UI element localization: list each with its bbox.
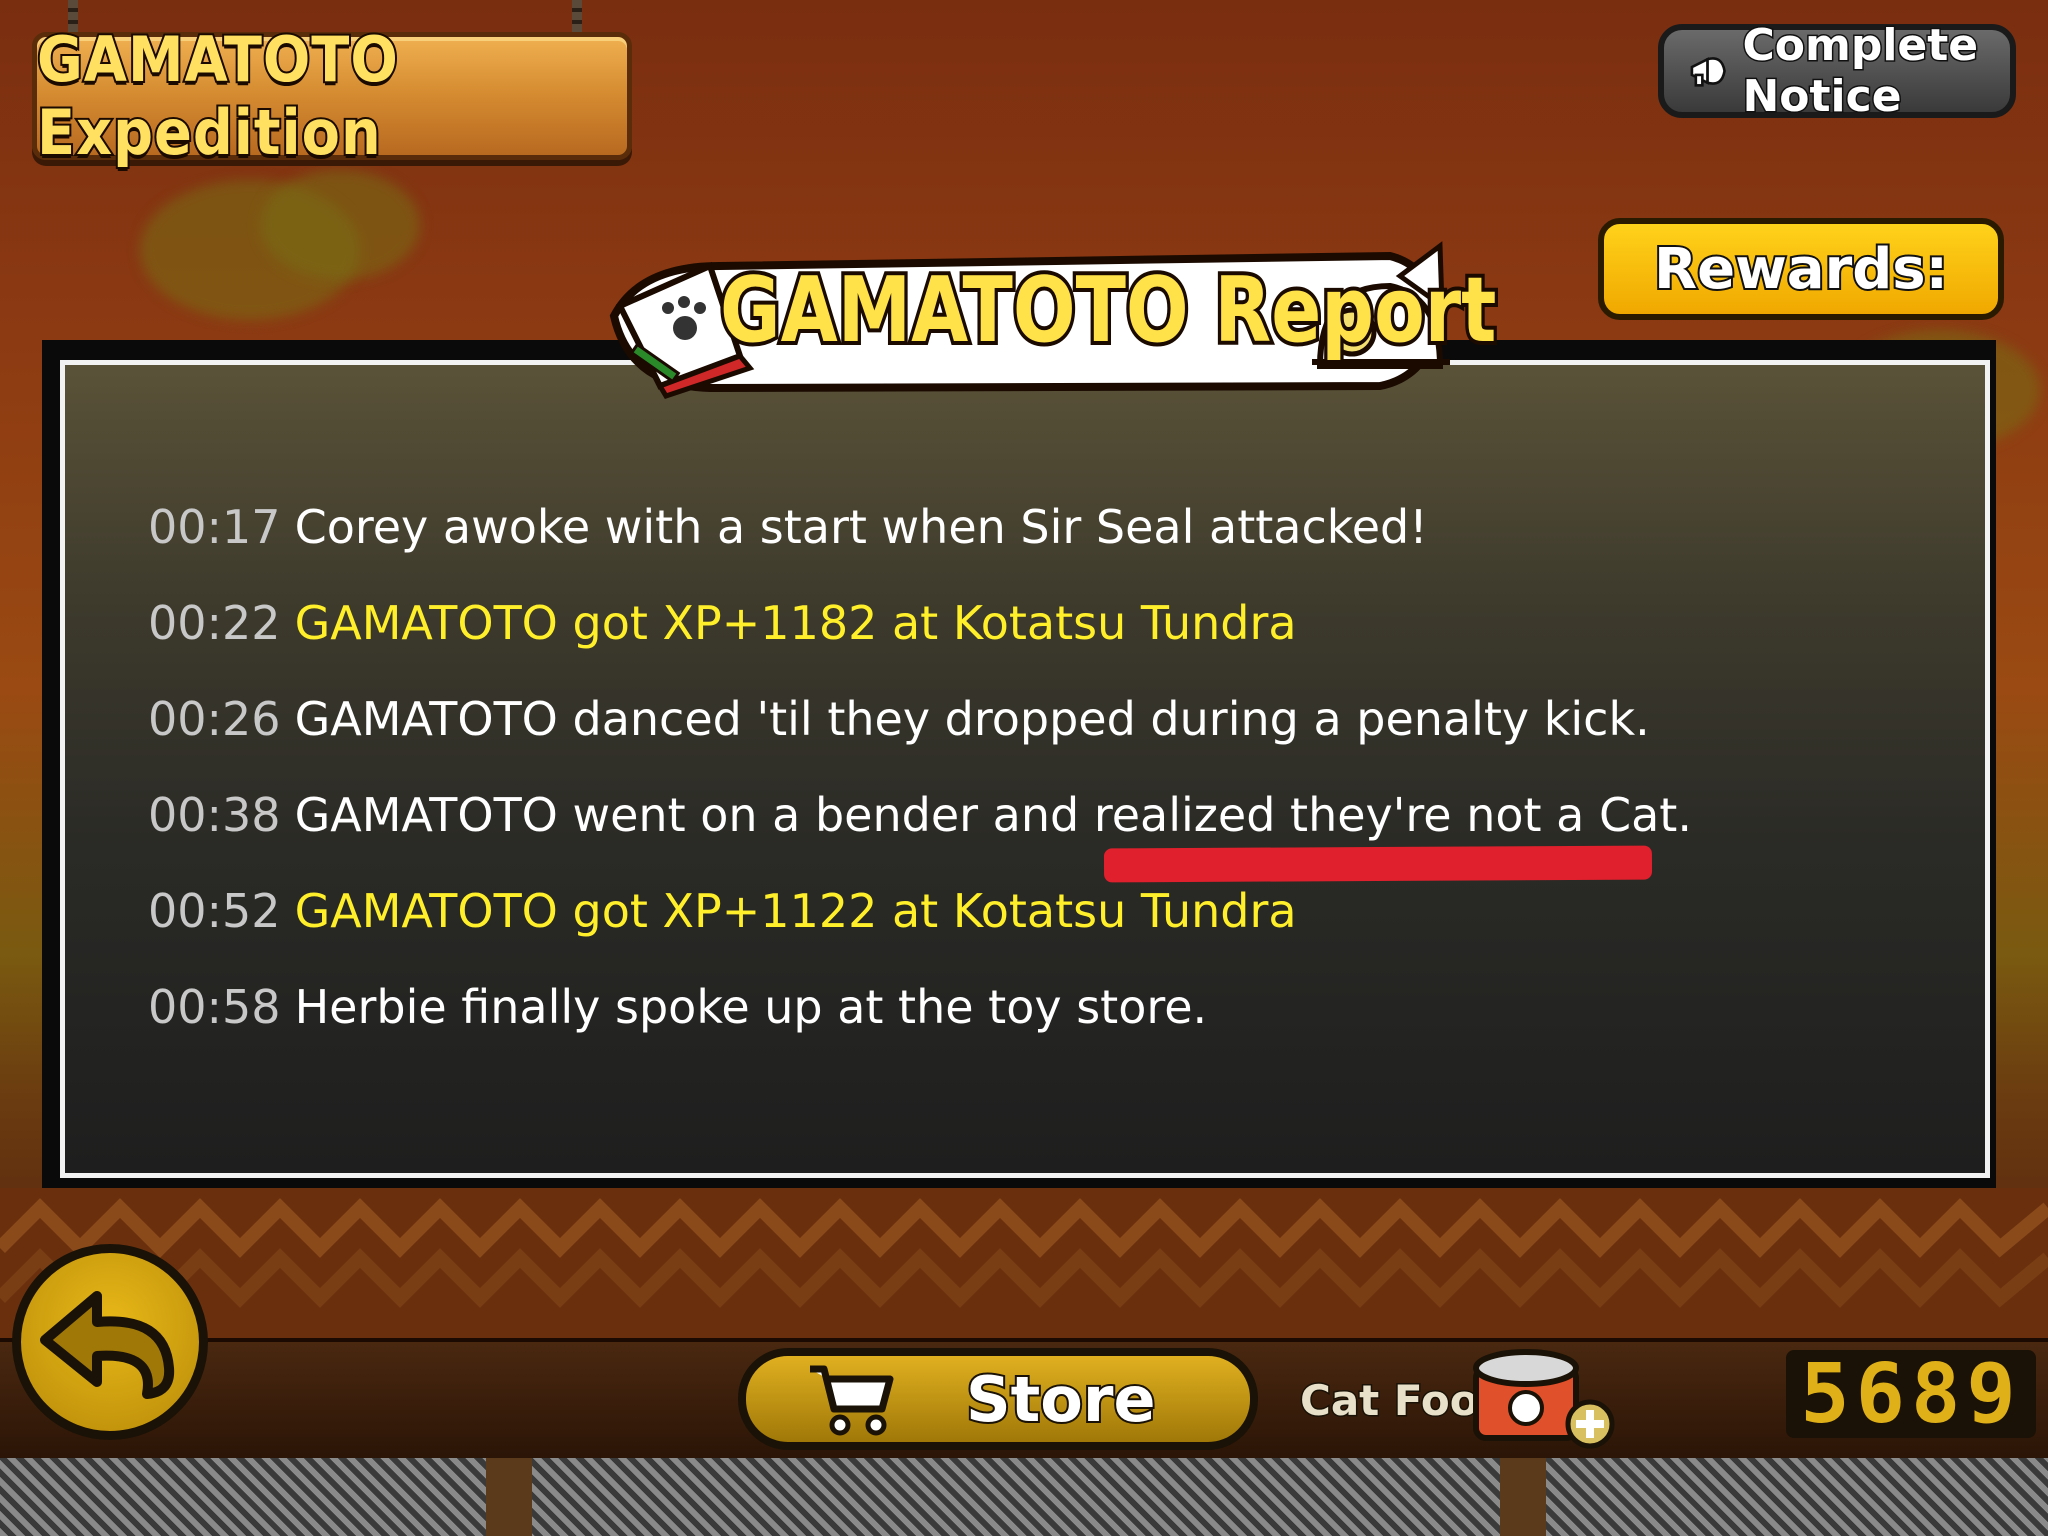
back-arrow-icon [40, 1291, 175, 1399]
rewards-label: Rewards: [1652, 235, 1950, 304]
log-entry: 00:58 Herbie finally spoke up at the toy … [148, 972, 1692, 1068]
log-text: Corey awoke with a start when Sir Seal a… [294, 500, 1428, 554]
log-time: 00:26 [148, 692, 281, 746]
log-time: 00:52 [148, 884, 281, 938]
log-time: 00:22 [148, 596, 281, 650]
bottom-pattern [0, 1458, 2048, 1536]
report-log: 00:17 Corey awoke with a start when Sir S… [148, 492, 1692, 1068]
rewards-button[interactable]: Rewards: [1598, 218, 2004, 320]
log-text: GAMATOTO went on a bender and realized t… [294, 788, 1692, 842]
plus-icon [1565, 1399, 1615, 1449]
log-time: 00:38 [148, 788, 281, 842]
complete-notice-label: Complete Notice [1741, 19, 1980, 124]
cat-food-count-box: 5689 [1786, 1347, 2036, 1442]
expedition-title: GAMATOTO Expedition [35, 21, 400, 171]
complete-notice-button[interactable]: Complete Notice [1658, 19, 2016, 124]
store-button[interactable]: Store [738, 1348, 1258, 1450]
pattern-gap [1500, 1458, 1546, 1536]
red-underline-annotation [1103, 845, 1653, 883]
cart-icon [810, 1365, 894, 1436]
log-time: 00:58 [148, 980, 281, 1034]
report-title: GAMATOTO Report [717, 254, 1500, 367]
megaphone-icon [1690, 57, 1726, 87]
cat-food-count: 5689 [1800, 1346, 2022, 1442]
log-entry: 00:17 Corey awoke with a start when Sir S… [148, 492, 1692, 588]
background-bush [260, 170, 420, 280]
log-entry: 00:26 GAMATOTO danced 'til they dropped d… [148, 684, 1692, 780]
cat-food-can-icon[interactable] [1466, 1346, 1620, 1450]
zigzag-band [0, 1188, 2048, 1338]
pattern-gap [486, 1458, 532, 1536]
log-time: 00:17 [148, 500, 281, 554]
log-entry: 00:52 GAMATOTO got XP+1122 at Kotatsu Tun… [148, 876, 1692, 972]
log-text: Herbie finally spoke up at the toy store… [294, 980, 1208, 1034]
back-button[interactable] [12, 1244, 208, 1440]
store-label: Store [964, 1361, 1158, 1438]
expedition-sign: GAMATOTO Expedition [32, 21, 632, 171]
log-text: GAMATOTO danced 'til they dropped during… [294, 692, 1650, 746]
log-entry: 00:22 GAMATOTO got XP+1182 at Kotatsu Tun… [148, 588, 1692, 684]
log-text-xp: GAMATOTO got XP+1182 at Kotatsu Tundra [294, 596, 1297, 650]
log-text-xp: GAMATOTO got XP+1122 at Kotatsu Tundra [294, 884, 1297, 938]
